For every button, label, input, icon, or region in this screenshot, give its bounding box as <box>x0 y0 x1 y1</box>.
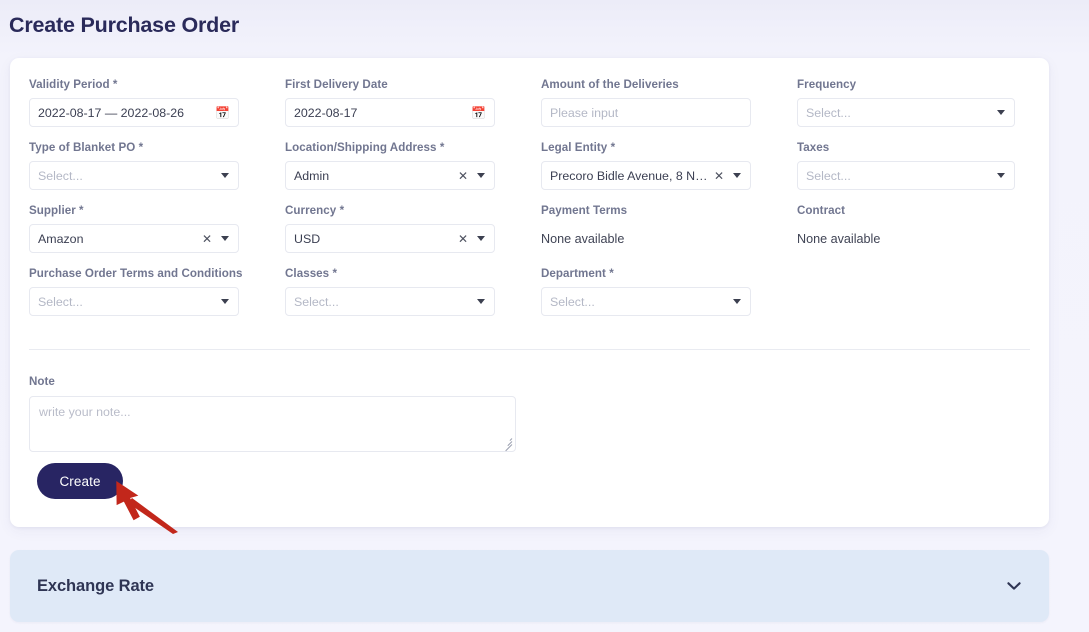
value-first-delivery-date: 2022-08-17 <box>294 105 358 120</box>
chevron-down-icon-purchase-order-terms-and-conditions[interactable] <box>221 299 229 304</box>
chevron-down-icon[interactable] <box>1005 577 1023 595</box>
clear-icon-location-shipping-address[interactable]: ✕ <box>458 170 468 182</box>
control-supplier[interactable]: Amazon ✕ <box>29 224 239 253</box>
chevron-down-icon-frequency[interactable] <box>997 110 1005 115</box>
control-classes[interactable]: Select... <box>285 287 495 316</box>
field-location-shipping-address: Location/Shipping Address * Admin ✕ <box>285 141 541 204</box>
value-amount-of-the-deliveries: Please input <box>550 105 619 120</box>
label-purchase-order-terms-and-conditions: Purchase Order Terms and Conditions <box>29 267 243 280</box>
chevron-down-icon-type-of-blanket-po[interactable] <box>221 173 229 178</box>
chevron-down-icon-classes[interactable] <box>477 299 485 304</box>
clear-icon-legal-entity[interactable]: ✕ <box>714 170 724 182</box>
label-supplier: Supplier * <box>29 204 84 217</box>
label-contract: Contract <box>797 204 846 217</box>
chevron-down-icon-department[interactable] <box>733 299 741 304</box>
label-currency: Currency * <box>285 204 345 217</box>
field-purchase-order-terms-and-conditions: Purchase Order Terms and Conditions Selec… <box>29 267 285 330</box>
control-legal-entity[interactable]: Precoro Bidle Avenue, 8 New Y… ✕ <box>541 161 751 190</box>
field-spacer <box>797 267 1030 330</box>
field-validity-period: Validity Period * 2022-08-17 — 2022-08-26… <box>29 78 285 141</box>
control-currency[interactable]: USD ✕ <box>285 224 495 253</box>
exchange-rate-panel[interactable]: Exchange Rate <box>10 550 1049 622</box>
label-validity-period: Validity Period * <box>29 78 118 91</box>
value-frequency: Select... <box>806 105 851 120</box>
exchange-rate-title: Exchange Rate <box>37 576 154 595</box>
field-department: Department * Select... <box>541 267 797 330</box>
calendar-icon[interactable]: 📅 <box>215 107 230 119</box>
chevron-down-icon-legal-entity[interactable] <box>733 173 741 178</box>
control-first-delivery-date[interactable]: 2022-08-17 📅 <box>285 98 495 127</box>
label-department: Department * <box>541 267 614 280</box>
value-location-shipping-address: Admin <box>294 168 330 183</box>
label-classes: Classes * <box>285 267 338 280</box>
field-payment-terms: Payment Terms None available <box>541 204 797 267</box>
field-first-delivery-date: First Delivery Date 2022-08-17 📅 <box>285 78 541 141</box>
page-title: Create Purchase Order <box>9 13 240 37</box>
value-contract: None available <box>797 231 881 246</box>
field-type-of-blanket-po: Type of Blanket PO * Select... <box>29 141 285 204</box>
field-supplier: Supplier * Amazon ✕ <box>29 204 285 267</box>
note-label: Note <box>29 375 55 388</box>
label-taxes: Taxes <box>797 141 830 154</box>
chevron-down-icon-currency[interactable] <box>477 236 485 241</box>
value-supplier: Amazon <box>38 231 84 246</box>
chevron-down-icon-location-shipping-address[interactable] <box>477 173 485 178</box>
chevron-down-icon-supplier[interactable] <box>221 236 229 241</box>
field-legal-entity: Legal Entity * Precoro Bidle Avenue, 8 Ne… <box>541 141 797 204</box>
control-department[interactable]: Select... <box>541 287 751 316</box>
field-taxes: Taxes Select... <box>797 141 1030 204</box>
control-type-of-blanket-po[interactable]: Select... <box>29 161 239 190</box>
field-frequency: Frequency Select... <box>797 78 1030 141</box>
label-type-of-blanket-po: Type of Blanket PO * <box>29 141 144 154</box>
field-classes: Classes * Select... <box>285 267 541 330</box>
label-frequency: Frequency <box>797 78 857 91</box>
control-location-shipping-address[interactable]: Admin ✕ <box>285 161 495 190</box>
value-validity-period: 2022-08-17 — 2022-08-26 <box>38 105 185 120</box>
note-input[interactable] <box>29 396 516 452</box>
form-field-grid: Validity Period * 2022-08-17 — 2022-08-26… <box>29 78 1030 330</box>
clear-icon-currency[interactable]: ✕ <box>458 233 468 245</box>
create-purchase-order-card: Validity Period * 2022-08-17 — 2022-08-26… <box>10 58 1049 527</box>
section-divider <box>29 349 1030 350</box>
value-classes: Select... <box>294 294 339 309</box>
label-amount-of-the-deliveries: Amount of the Deliveries <box>541 78 679 91</box>
calendar-icon[interactable]: 📅 <box>471 107 486 119</box>
label-first-delivery-date: First Delivery Date <box>285 78 388 91</box>
label-legal-entity: Legal Entity * <box>541 141 616 154</box>
chevron-down-icon-taxes[interactable] <box>997 173 1005 178</box>
control-taxes[interactable]: Select... <box>797 161 1015 190</box>
control-purchase-order-terms-and-conditions[interactable]: Select... <box>29 287 239 316</box>
field-currency: Currency * USD ✕ <box>285 204 541 267</box>
clear-icon-supplier[interactable]: ✕ <box>202 233 212 245</box>
control-validity-period[interactable]: 2022-08-17 — 2022-08-26 📅 <box>29 98 239 127</box>
value-legal-entity: Precoro Bidle Avenue, 8 New Y… <box>550 168 710 183</box>
value-currency: USD <box>294 231 321 246</box>
note-block: Note <box>29 375 519 457</box>
label-location-shipping-address: Location/Shipping Address * <box>285 141 445 154</box>
control-amount-of-the-deliveries[interactable]: Please input <box>541 98 751 127</box>
value-purchase-order-terms-and-conditions: Select... <box>38 294 83 309</box>
value-taxes: Select... <box>806 168 851 183</box>
field-amount-of-the-deliveries: Amount of the Deliveries Please input <box>541 78 797 141</box>
control-frequency[interactable]: Select... <box>797 98 1015 127</box>
field-contract: Contract None available <box>797 204 1030 267</box>
value-type-of-blanket-po: Select... <box>38 168 83 183</box>
label-payment-terms: Payment Terms <box>541 204 628 217</box>
value-department: Select... <box>550 294 595 309</box>
value-payment-terms: None available <box>541 231 625 246</box>
create-button[interactable]: Create <box>37 463 123 499</box>
